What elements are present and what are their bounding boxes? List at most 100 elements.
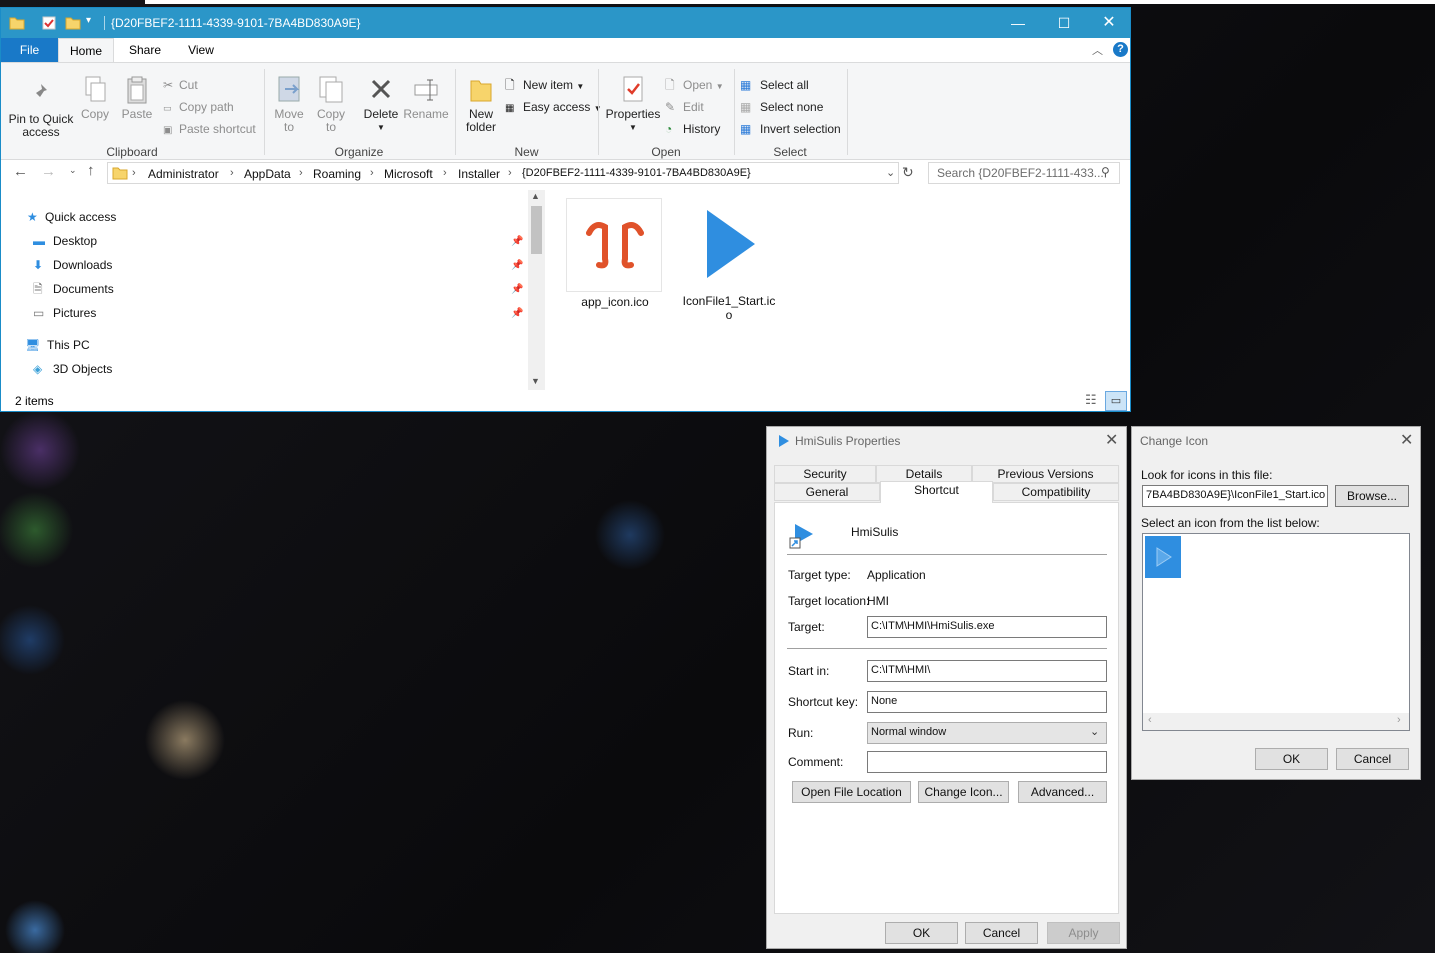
cancel-button[interactable]: Cancel <box>965 922 1038 944</box>
delete-button[interactable]: Delete ▼ <box>361 75 401 134</box>
icon-list-item-selected[interactable] <box>1145 536 1181 578</box>
select-all-icon: ▦ <box>740 78 752 92</box>
ok-button[interactable]: OK <box>1255 748 1328 770</box>
edit-button[interactable]: ✎ Edit <box>665 97 704 117</box>
large-icons-view-icon[interactable]: ▭ <box>1105 391 1127 411</box>
nav-item-3d-objects[interactable]: ◈ 3D Objects <box>33 359 112 379</box>
close-icon[interactable]: ✕ <box>1105 430 1118 450</box>
apply-button[interactable]: Apply <box>1047 922 1120 944</box>
horizontal-scrollbar[interactable]: ‹ › <box>1143 713 1409 730</box>
open-button[interactable]: 🗋 Open ▼ <box>665 75 724 95</box>
ok-button[interactable]: OK <box>885 922 958 944</box>
recent-locations-chevron-icon[interactable]: ⌄ <box>69 165 77 176</box>
tab-file[interactable]: File <box>1 38 58 62</box>
minimize-button[interactable]: — <box>995 8 1041 38</box>
cancel-button[interactable]: Cancel <box>1336 748 1409 770</box>
file-item-iconfile1-start[interactable]: IconFile1_Start.ic o <box>681 198 777 322</box>
run-select[interactable]: Normal window ⌄ <box>867 722 1107 744</box>
ribbon-tabs: File Home Share View ︿ ? <box>1 38 1130 62</box>
history-button[interactable]: ◔ History <box>665 119 720 139</box>
nav-item-documents[interactable]: 🗎 Documents <box>33 279 114 299</box>
copy-path-button[interactable]: ▭ Copy path <box>163 97 234 117</box>
file-item-app-icon[interactable]: app_icon.ico <box>566 198 662 309</box>
advanced-button[interactable]: Advanced... <box>1018 781 1107 803</box>
forward-arrow-icon[interactable]: → <box>41 163 56 180</box>
pin-icon[interactable]: 📌 <box>511 308 523 319</box>
address-bar[interactable]: › Administrator › AppData › Roaming › Mi… <box>107 162 899 184</box>
breadcrumb-microsoft[interactable]: Microsoft <box>384 167 433 181</box>
nav-item-this-pc[interactable]: 🖥 This PC <box>25 335 90 355</box>
rename-button[interactable]: Rename <box>403 75 449 121</box>
tab-general[interactable]: General <box>774 483 880 501</box>
search-input[interactable]: Search {D20FBEF2-1111-433... ⚲ <box>928 162 1120 184</box>
tab-compatibility[interactable]: Compatibility <box>993 483 1119 501</box>
nav-scrollbar[interactable]: ▲ ▼ <box>528 190 545 390</box>
change-icon-button[interactable]: Change Icon... <box>918 781 1009 803</box>
open-file-location-button[interactable]: Open File Location <box>792 781 911 803</box>
tab-share[interactable]: Share <box>118 38 172 62</box>
title-bar[interactable]: ▾ {D20FBEF2-1111-4339-9101-7BA4BD830A9E}… <box>1 8 1130 38</box>
nav-item-pictures[interactable]: ▭ Pictures <box>33 303 96 323</box>
nav-item-desktop[interactable]: ▬ Desktop <box>33 231 97 251</box>
properties-quick-icon[interactable] <box>41 15 57 31</box>
move-to-button[interactable]: Move to <box>271 75 307 134</box>
nav-label: 3D Objects <box>53 362 113 376</box>
tab-security[interactable]: Security <box>774 465 876 483</box>
pin-icon[interactable]: 📌 <box>511 236 523 247</box>
refresh-icon[interactable]: ↻ <box>902 164 914 181</box>
scroll-up-icon[interactable]: ▲ <box>531 191 540 201</box>
breadcrumb-roaming[interactable]: Roaming <box>313 167 361 181</box>
icon-file-path-field[interactable]: 7BA4BD830A9E}\IconFile1_Start.ico <box>1142 485 1328 507</box>
tab-home[interactable]: Home <box>58 38 114 62</box>
app-icon-glyph-icon <box>586 222 644 269</box>
browse-button[interactable]: Browse... <box>1335 485 1409 507</box>
breadcrumb-installer[interactable]: Installer <box>458 167 500 181</box>
tab-view[interactable]: View <box>174 38 228 62</box>
breadcrumb-current-folder[interactable]: {D20FBEF2-1111-4339-9101-7BA4BD830A9E} <box>522 167 751 179</box>
back-arrow-icon[interactable]: ← <box>13 163 28 180</box>
new-item-button[interactable]: 🗋 New item ▼ <box>505 75 584 95</box>
pin-icon[interactable]: 📌 <box>511 260 523 271</box>
address-dropdown-chevron-icon[interactable]: ⌄ <box>886 166 895 179</box>
play-triangle-icon <box>707 210 755 278</box>
select-all-button[interactable]: ▦ Select all <box>740 75 809 95</box>
scroll-right-icon[interactable]: › <box>1397 714 1401 726</box>
paste-button[interactable]: Paste <box>118 75 156 121</box>
new-folder-button[interactable]: New folder <box>461 75 501 134</box>
cut-button[interactable]: ✂ Cut <box>163 75 198 95</box>
nav-item-downloads[interactable]: ⬇ Downloads <box>33 255 112 275</box>
icon-list[interactable]: ‹ › <box>1142 533 1410 731</box>
breadcrumb-appdata[interactable]: AppData <box>244 167 291 181</box>
scroll-down-icon[interactable]: ▼ <box>531 376 540 386</box>
select-none-button[interactable]: ▦ Select none <box>740 97 823 117</box>
easy-access-button[interactable]: ▦Easy access ▼ <box>505 97 602 117</box>
scroll-thumb[interactable] <box>531 206 542 254</box>
copy-to-button[interactable]: Copy to <box>313 75 349 134</box>
paste-shortcut-button[interactable]: ▣ Paste shortcut <box>163 119 256 139</box>
help-icon[interactable]: ? <box>1113 42 1128 57</box>
shortcut-key-field[interactable]: None <box>867 691 1107 713</box>
tab-shortcut[interactable]: Shortcut <box>880 481 993 503</box>
nav-item-quick-access[interactable]: ★ Quick access <box>27 207 116 227</box>
computer-icon: 🖥 <box>25 338 41 352</box>
close-button[interactable]: ✕ <box>1086 8 1132 38</box>
details-view-icon[interactable]: ☷ <box>1085 392 1097 408</box>
properties-button[interactable]: Properties ▼ <box>604 75 662 134</box>
up-arrow-icon[interactable]: ↑ <box>87 162 95 179</box>
new-folder-quick-icon[interactable] <box>65 15 81 31</box>
pin-icon[interactable]: 📌 <box>511 284 523 295</box>
collapse-ribbon-chevron-icon[interactable]: ︿ <box>1092 42 1103 58</box>
new-folder-label: New folder <box>465 107 497 134</box>
maximize-button[interactable]: ☐ <box>1041 8 1087 38</box>
scroll-left-icon[interactable]: ‹ <box>1148 714 1152 726</box>
tab-previous-versions[interactable]: Previous Versions <box>972 465 1119 483</box>
target-field[interactable]: C:\ITM\HMI\HmiSulis.exe <box>867 616 1107 638</box>
customize-toolbar-chevron-icon[interactable]: ▾ <box>86 15 91 26</box>
copy-button[interactable]: Copy <box>79 75 111 121</box>
start-in-field[interactable]: C:\ITM\HMI\ <box>867 660 1107 682</box>
pin-to-quick-access-button[interactable]: Pin to Quick access <box>5 81 77 139</box>
close-icon[interactable]: ✕ <box>1400 430 1413 450</box>
breadcrumb-administrator[interactable]: Administrator <box>148 167 219 181</box>
invert-selection-button[interactable]: ▦ Invert selection <box>740 119 841 139</box>
comment-field[interactable] <box>867 751 1107 773</box>
